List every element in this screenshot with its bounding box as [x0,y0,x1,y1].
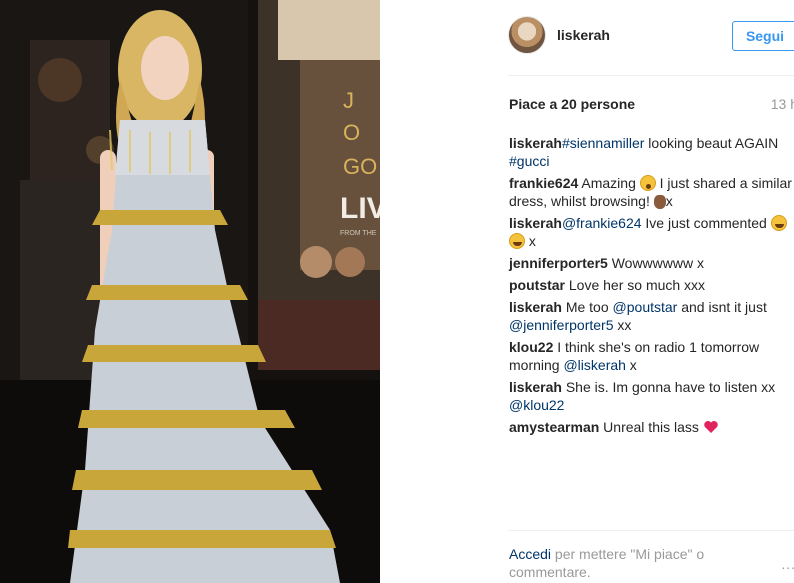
comment-text: Wowwwwww x [607,255,705,271]
comment-item: amystearman Unreal this lass [509,418,794,436]
comments-list: liskerah#siennamiller looking beaut AGAI… [509,134,794,440]
joy-emoji-icon [509,233,525,249]
footer-divider [508,530,794,531]
comment-text: and isnt it just [677,299,771,315]
poster-title: LIV [340,192,380,225]
comment-item: jenniferporter5 Wowwwwww x [509,254,794,272]
comment-link[interactable]: #gucci [509,153,549,169]
post-photo[interactable]: J O GO LIV FROM THE [0,0,380,583]
comment-author[interactable]: klou22 [509,339,553,355]
comment-item: liskerah#siennamiller looking beaut AGAI… [509,134,794,170]
poster-letter-1: J [343,88,354,113]
comment-text: xx [613,317,632,333]
header-divider [508,75,794,76]
comment-item: frankie624 Amazing I just shared a simil… [509,174,794,210]
comment-item: liskerah She is. Im gonna have to listen… [509,378,794,414]
comment-text: Me too [561,299,613,315]
comment-item: liskerah@frankie624 Ive just commented x [509,214,794,250]
comment-author[interactable]: jenniferporter5 [509,255,608,271]
login-link[interactable]: Accedi [509,546,551,562]
poster-letter-2: O [343,120,360,145]
comment-text: Unreal this lass [599,419,703,435]
more-options-icon[interactable]: ... [781,556,794,572]
hand-emoji-icon [653,195,666,209]
post-time[interactable]: 13 h [771,96,794,112]
comment-text: x [625,357,637,373]
comment-item: klou22 I think she's on radio 1 tomorrow… [509,338,794,374]
comment-text: She is. Im gonna have to listen xx [561,379,780,395]
post-header: liskerah Segui [508,14,794,58]
follow-button[interactable]: Segui [732,21,794,51]
comment-author[interactable]: frankie624 [509,175,578,191]
comment-text: looking beaut AGAIN [644,135,783,151]
comment-link[interactable]: #siennamiller [562,135,644,151]
astonished-emoji-icon [639,175,656,191]
comment-text: Amazing [578,175,640,191]
poster-letter-3: GO [343,154,377,179]
comment-item: poutstar Love her so much xxx [509,276,794,294]
comment-link[interactable]: @jenniferporter5 [509,317,614,333]
comment-link[interactable]: @frankie624 [562,215,642,231]
comment-text: Ive just commented [641,215,771,231]
comment-author[interactable]: liskerah [509,299,562,315]
comment-link[interactable]: @klou22 [509,397,564,413]
comment-author[interactable]: liskerah [509,379,562,395]
comment-author[interactable]: poutstar [509,277,565,293]
joy-emoji-icon [770,215,787,231]
comment-item: liskerah Me too @poutstar and isnt it ju… [509,298,794,334]
comment-link[interactable]: @liskerah [563,357,625,373]
comment-text: x [665,193,673,209]
comment-author[interactable]: liskerah [509,215,562,231]
comment-author[interactable]: amystearman [509,419,599,435]
comment-text: Love her so much xxx [565,277,706,293]
heart-emoji-icon [703,419,719,435]
photo-scene: J O GO LIV FROM THE [0,0,380,583]
comment-link[interactable]: @poutstar [613,299,678,315]
avatar[interactable] [508,16,546,54]
likes-count[interactable]: Piace a 20 persone [509,96,635,112]
comment-author[interactable]: liskerah [509,135,562,151]
login-prompt: Accedi per mettere "Mi piace" o commenta… [509,545,759,581]
post-username[interactable]: liskerah [557,27,610,43]
comment-text: x [525,233,536,249]
poster-small-text: FROM THE [340,230,377,237]
post-details-panel: liskerah Segui Piace a 20 persone 13 h l… [380,0,794,583]
